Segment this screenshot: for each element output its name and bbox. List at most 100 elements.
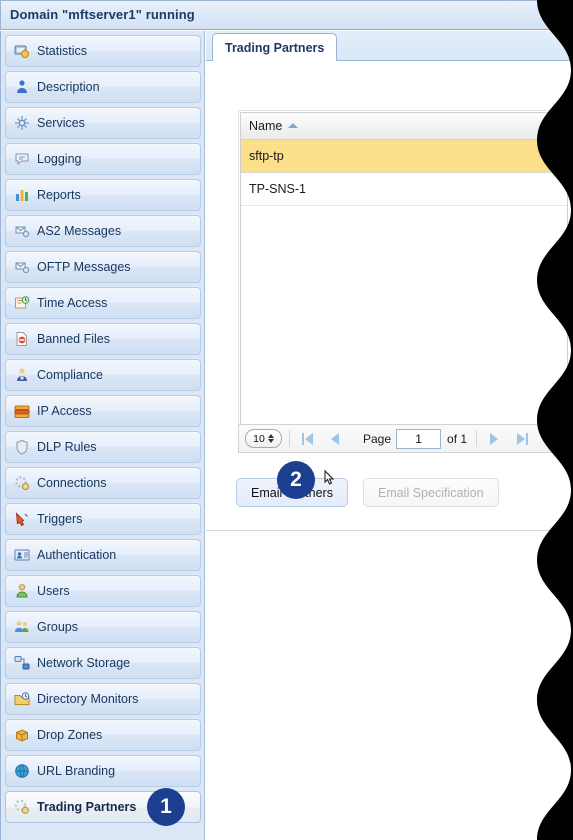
sidebar-item-label: Groups	[37, 620, 78, 634]
as2-messages-icon	[14, 223, 30, 239]
trading-partners-grid: Name sftp-tp TP-SNS-1	[240, 112, 568, 425]
page-size-select[interactable]: 10	[245, 429, 282, 448]
sidebar-item-label: Statistics	[37, 44, 88, 58]
sidebar-item-label: OFTP Messages	[37, 260, 131, 274]
sidebar-item-description[interactable]: Description	[5, 71, 201, 103]
sidebar-item-label: AS2 Messages	[37, 224, 122, 238]
sidebar-item-directory-monitors[interactable]: Directory Monitors	[5, 683, 201, 715]
sidebar-item-label: Authentication	[37, 548, 117, 562]
window-title-bar: Domain "mftserver1" running	[0, 0, 566, 30]
sidebar-item-label: Users	[37, 584, 70, 598]
services-icon	[14, 115, 30, 131]
step-badge-2: 2	[277, 461, 315, 499]
sidebar-item-connections[interactable]: Connections	[5, 467, 201, 499]
previous-page-icon[interactable]	[325, 429, 345, 449]
grid-pagination-bar: 10 Page of 1	[238, 424, 568, 453]
sidebar-item-groups[interactable]: Groups	[5, 611, 201, 643]
sidebar-item-label: Reports	[37, 188, 81, 202]
oftp-messages-icon	[14, 259, 30, 275]
email-specification-button: Email Specification	[362, 478, 499, 507]
sidebar-item-label: Description	[37, 80, 100, 94]
sidebar-item-label: URL Branding	[37, 764, 116, 778]
sidebar-item-logging[interactable]: Logging	[5, 143, 201, 175]
sidebar-item-users[interactable]: Users	[5, 575, 201, 607]
sidebar-item-triggers[interactable]: Triggers	[5, 503, 201, 535]
sidebar-item-label: Compliance	[37, 368, 104, 382]
grid-header-name[interactable]: Name	[241, 113, 567, 140]
sidebar-item-statistics[interactable]: Statistics	[5, 35, 201, 67]
grid-header-name-label: Name	[249, 119, 283, 133]
dlp-rules-icon	[14, 439, 30, 455]
network-storage-icon	[14, 655, 30, 671]
spinner-icon	[267, 434, 274, 443]
table-row[interactable]: sftp-tp	[241, 140, 567, 173]
table-cell-name: sftp-tp	[249, 149, 284, 163]
sidebar-item-authentication[interactable]: Authentication	[5, 539, 201, 571]
sidebar-item-url-branding[interactable]: URL Branding	[5, 755, 201, 787]
banned-files-icon	[14, 331, 30, 347]
action-button-row: Email Partners Email Specification	[236, 478, 499, 507]
table-cell-name: TP-SNS-1	[249, 182, 306, 196]
statistics-icon	[14, 43, 30, 59]
page-total-label: of 1	[447, 431, 468, 446]
sidebar-item-ip-access[interactable]: IP Access	[5, 395, 201, 427]
ip-access-icon	[14, 403, 30, 419]
sidebar-item-label: Connections	[37, 476, 107, 490]
users-icon	[14, 583, 30, 599]
tab-strip: Trading Partners	[206, 31, 573, 62]
sidebar-item-services[interactable]: Services	[5, 107, 201, 139]
sidebar-item-drop-zones[interactable]: Drop Zones	[5, 719, 201, 751]
application-window: Domain "mftserver1" running Statistics De…	[0, 0, 573, 840]
groups-icon	[14, 619, 30, 635]
sidebar-item-label: Drop Zones	[37, 728, 103, 742]
divider	[289, 430, 290, 447]
sidebar-navigation: Statistics Description Services Logging Repo…	[0, 31, 205, 840]
first-page-icon[interactable]	[297, 429, 317, 449]
grid-body: sftp-tp TP-SNS-1	[241, 140, 567, 206]
trading-partners-icon	[14, 799, 30, 815]
sidebar-item-dlp-rules[interactable]: DLP Rules	[5, 431, 201, 463]
sidebar-item-time-access[interactable]: Time Access	[5, 287, 201, 319]
drop-zones-icon	[14, 727, 30, 743]
description-icon	[14, 79, 30, 95]
sidebar-item-compliance[interactable]: Compliance	[5, 359, 201, 391]
url-branding-icon	[14, 763, 30, 779]
sidebar-item-label: Directory Monitors	[37, 692, 139, 706]
mouse-cursor-icon	[324, 469, 335, 485]
sidebar-item-reports[interactable]: Reports	[5, 179, 201, 211]
tab-trading-partners[interactable]: Trading Partners	[212, 33, 338, 62]
sidebar-item-label: IP Access	[37, 404, 92, 418]
last-page-icon[interactable]	[512, 429, 532, 449]
sidebar-item-network-storage[interactable]: Network Storage	[5, 647, 201, 679]
table-row[interactable]: TP-SNS-1	[241, 173, 567, 206]
page-label: Page	[363, 431, 392, 446]
trading-partners-grid-container: Name sftp-tp TP-SNS-1	[238, 110, 568, 425]
triggers-icon	[14, 511, 30, 527]
trading-partners-panel: Name sftp-tp TP-SNS-1 10 Page 1 of 1 Ema…	[206, 61, 573, 531]
connections-icon	[14, 475, 30, 491]
time-access-icon	[14, 295, 30, 311]
page-title: Domain "mftserver1" running	[10, 7, 195, 22]
sidebar-item-as2-messages[interactable]: AS2 Messages	[5, 215, 201, 247]
page-size-value: 10	[253, 432, 265, 445]
sidebar-item-label: Banned Files	[37, 332, 110, 346]
page-number-input[interactable]	[396, 428, 442, 449]
directory-monitors-icon	[14, 691, 30, 707]
sort-ascending-icon	[288, 122, 299, 128]
authentication-icon	[14, 547, 30, 563]
step-badge-1: 1	[147, 788, 185, 826]
sidebar-item-oftp-messages[interactable]: OFTP Messages	[5, 251, 201, 283]
reports-icon	[14, 187, 30, 203]
sidebar-item-banned-files[interactable]: Banned Files	[5, 323, 201, 355]
compliance-icon	[14, 367, 30, 383]
next-page-icon[interactable]	[484, 429, 504, 449]
sidebar-item-label: Time Access	[37, 296, 108, 310]
content-area: Trading Partners Name sftp-tp TP-SNS-1 10	[206, 31, 573, 840]
divider	[476, 430, 478, 447]
sidebar-item-label: DLP Rules	[37, 440, 97, 454]
sidebar-item-label: Triggers	[37, 512, 83, 526]
sidebar-item-label: Services	[37, 116, 85, 130]
sidebar-item-label: Logging	[37, 152, 82, 166]
logging-icon	[14, 151, 30, 167]
sidebar-item-label: Trading Partners	[37, 800, 137, 814]
